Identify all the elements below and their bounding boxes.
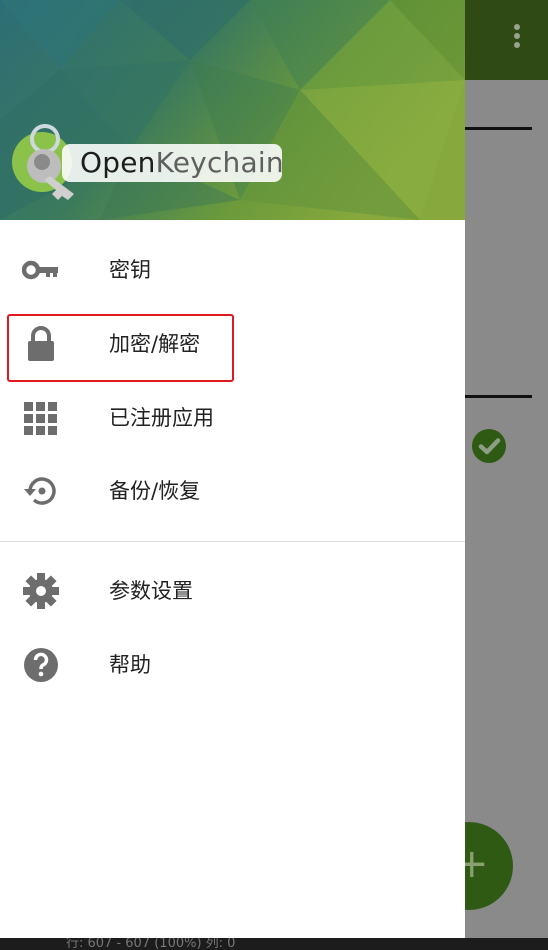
status-text: 行: 607 - 607 (100%) 列: 0 bbox=[0, 938, 548, 950]
background-divider bbox=[465, 127, 532, 130]
selection-highlight bbox=[7, 314, 234, 382]
check-circle-icon bbox=[472, 429, 506, 463]
help-icon bbox=[22, 646, 60, 684]
menu-item-settings[interactable]: 参数设置 bbox=[0, 559, 465, 623]
navigation-drawer: OpenKeychain 密钥 加密/解密 已注册应用 备份/恢复 参数设置 帮… bbox=[0, 0, 465, 938]
background-divider bbox=[465, 395, 532, 398]
apps-grid-icon bbox=[22, 399, 60, 437]
gear-icon bbox=[22, 572, 60, 610]
menu-item-label: 已注册应用 bbox=[109, 406, 214, 430]
menu-item-label: 备份/恢复 bbox=[109, 479, 201, 503]
app-title-open: Open bbox=[80, 146, 156, 179]
openkeychain-logo: OpenKeychain bbox=[12, 122, 302, 202]
menu-item-registered-apps[interactable]: 已注册应用 bbox=[0, 386, 465, 450]
app-title: OpenKeychain bbox=[62, 144, 284, 182]
app-title-keychain: Keychain bbox=[155, 146, 284, 179]
menu-divider bbox=[0, 541, 465, 542]
menu-item-keys[interactable]: 密钥 bbox=[0, 238, 465, 302]
menu-item-help[interactable]: 帮助 bbox=[0, 633, 465, 697]
restore-icon bbox=[22, 472, 60, 510]
menu-item-backup-restore[interactable]: 备份/恢复 bbox=[0, 459, 465, 523]
menu-item-label: 帮助 bbox=[109, 653, 151, 677]
overflow-menu-icon[interactable] bbox=[505, 22, 529, 52]
menu-item-label: 参数设置 bbox=[109, 579, 193, 603]
key-icon bbox=[21, 251, 60, 289]
menu-item-label: 密钥 bbox=[109, 258, 151, 282]
drawer-header: OpenKeychain bbox=[0, 0, 465, 220]
